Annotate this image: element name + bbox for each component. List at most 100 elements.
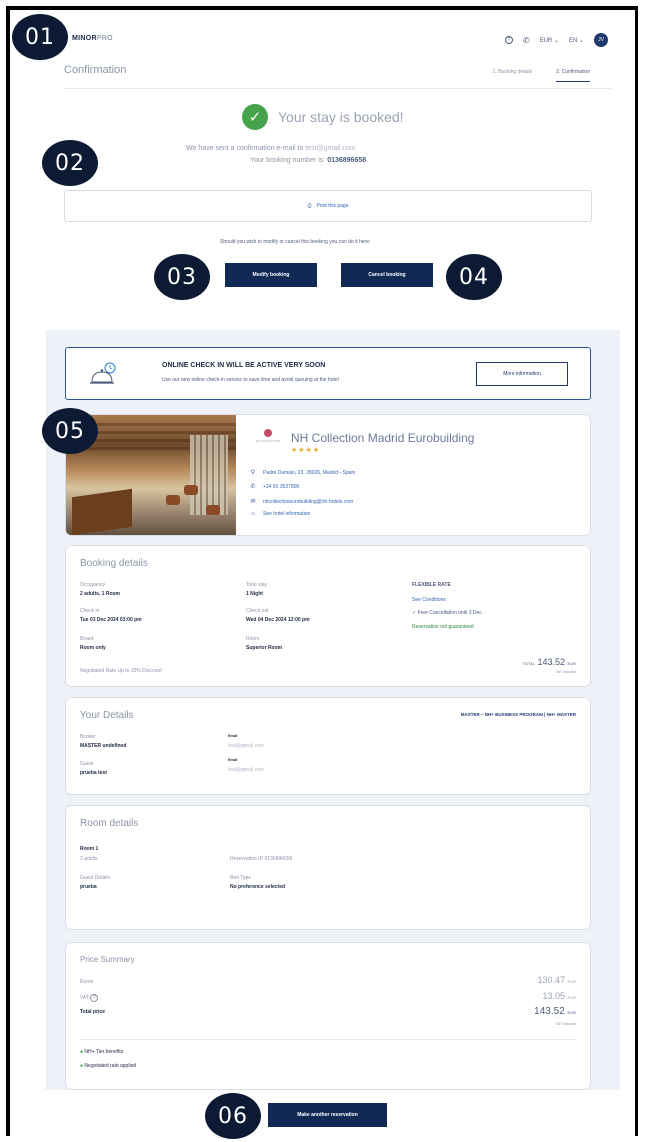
occupancy-value: 2 adults, 1 Room: [80, 591, 121, 597]
rate-type: FLEXIBLE RATE: [412, 582, 451, 588]
vat-label-text: VAT: [80, 995, 89, 1001]
help-icon[interactable]: ?: [504, 36, 513, 44]
checkout-label: Check out: [246, 608, 269, 614]
booking-total: TOTAL 143.52 EUR: [522, 657, 576, 667]
info-icon[interactable]: ?: [90, 994, 99, 1002]
email-sent-text: We have sent a confirmation e-mail to te…: [186, 145, 356, 152]
checkin-label: Check in: [80, 608, 100, 614]
vat-price: 13.05 EUR: [543, 991, 577, 1001]
board-label: Board: [80, 636, 94, 642]
header-divider: [64, 88, 612, 89]
booking-number-label: Your booking number is:: [250, 157, 326, 164]
bed-type-value: No preference selected: [230, 884, 286, 890]
avatar[interactable]: JV: [594, 33, 608, 47]
step-confirmation: 2. Confirmation: [556, 69, 590, 82]
brand-logo[interactable]: MINORPRO: [72, 35, 113, 42]
benefit-negotiated: ● Negotiated rate applied: [80, 1063, 136, 1069]
hotel-email: nhcollectioneurobuilding@nh-hotels.com: [263, 498, 354, 505]
chevron-down-icon: ⌄: [552, 37, 559, 44]
booking-number: 0136896658: [327, 157, 367, 164]
checkout-value: Wed 04 Dec 2024 12:00 pm: [246, 617, 310, 623]
room-price-label: Room: [80, 979, 94, 985]
booking-details-title: Booking details: [80, 558, 148, 569]
step-marker-4: 04: [446, 254, 502, 300]
room-label: Room: [246, 636, 260, 642]
total-price-currency: EUR: [567, 1010, 576, 1015]
modify-booking-button[interactable]: Modify booking: [225, 263, 317, 287]
hotel-info-link[interactable]: ⌂ See hotel information: [250, 511, 310, 517]
hotel-address: Padre Damián, 23, 28036, Madrid - Spain: [263, 469, 356, 476]
hotel-phone-link[interactable]: ✆ +34 91 3537800: [250, 483, 300, 491]
guest-email-label: Email: [228, 758, 238, 762]
hotel-icon: ⌂: [251, 511, 255, 517]
booking-total-amount: 143.52: [537, 657, 566, 667]
occupancy-label: Occupancy: [80, 582, 106, 588]
loyalty-program: MASTER – NH+ BUSINESS PROGRAM | NH+ MAST…: [460, 712, 576, 717]
phone-icon[interactable]: ✆: [523, 36, 530, 45]
price-summary-card: Price Summary Room 130.47 EUR VAT ? 13.0…: [65, 942, 591, 1090]
phone-icon: ✆: [250, 484, 256, 490]
chevron-down-icon: ⌄: [577, 37, 584, 44]
room-price-amount: 130.47: [537, 975, 566, 985]
booking-vat-note: VAT included: [555, 670, 576, 674]
booking-total-currency: EUR: [567, 661, 576, 666]
booker-email-label: Email: [228, 734, 238, 738]
location-pin-icon: ⚲: [250, 470, 256, 476]
guest-value: prueba test: [80, 770, 107, 776]
see-conditions-link[interactable]: See Conditions: [412, 597, 446, 603]
total-stay-label: Total stay: [246, 582, 268, 588]
price-vat-note: VAT included: [555, 1022, 576, 1026]
total-price-label: Total price: [80, 1009, 105, 1015]
booking-details-card: Booking details Occupancy 2 adults, 1 Ro…: [65, 545, 591, 687]
room-adults: 2 adults: [80, 856, 98, 862]
board-value: Room only: [80, 645, 106, 651]
print-page-button[interactable]: ⎙ Print this page: [64, 190, 592, 222]
booker-label: Booker: [80, 734, 96, 740]
success-headline: Your stay is booked!: [278, 109, 404, 125]
not-guaranteed-note: Reservation not guaranteed: [412, 624, 474, 630]
negotiated-rate-note: Negotiated Rate Up to 33% Discount: [80, 668, 162, 674]
brand-name: MINOR: [72, 35, 97, 42]
room-details-card: Room details Room 1 2 adults Reservation…: [65, 805, 591, 930]
confirmation-email: test@gmail.com: [305, 145, 356, 152]
hotel-info-label: See hotel information: [263, 511, 311, 517]
hotel-email-link[interactable]: ✉ nhcollectioneurobuilding@nh-hotels.com: [250, 498, 354, 506]
online-checkin-card: ONLINE CHECK IN WILL BE ACTIVE VERY SOON…: [65, 347, 591, 400]
hotel-brand-text: NH COLLECTION: [255, 439, 281, 443]
currency-label: EUR: [539, 37, 553, 44]
step-marker-2: 02: [42, 140, 98, 186]
booking-total-label: TOTAL: [522, 661, 535, 666]
cancel-booking-button[interactable]: Cancel booking: [341, 263, 433, 287]
hotel-stars: ★★★★: [291, 447, 321, 454]
currency-selector[interactable]: EUR ⌄: [540, 37, 559, 44]
room-details-title: Room details: [80, 818, 139, 829]
hotel-name: NH Collection Madrid Eurobuilding: [291, 431, 475, 445]
price-divider: [80, 1039, 576, 1040]
checkin-value: Tue 03 Dec 2024 03:00 pm: [80, 617, 142, 623]
language-selector[interactable]: EN ⌄: [569, 37, 584, 44]
reception-bell-icon: [90, 362, 116, 384]
step-marker-6: 06: [205, 1093, 261, 1139]
booking-number-text: Your booking number is: 0136896658: [250, 157, 366, 164]
guest-label: Guest: [80, 761, 94, 767]
price-summary-title: Price Summary: [80, 955, 135, 964]
guest-email: test@gmail.com: [228, 767, 264, 773]
more-information-button[interactable]: More information: [476, 362, 568, 386]
benefit-negotiated-label: Negotiated rate applied: [84, 1063, 137, 1069]
check-badge-icon: ●: [80, 1063, 84, 1069]
make-another-reservation-button[interactable]: Make another reservation: [268, 1103, 387, 1127]
benefit-tier-label: NH+ Tier benefits: [84, 1049, 124, 1055]
free-cancellation-note: ✓ Free Cancellation until 3 Dec: [412, 610, 482, 616]
hotel-phone: +34 91 3537800: [263, 483, 300, 490]
total-stay-value: 1 Night: [246, 591, 263, 597]
top-nav: ? ✆ EUR ⌄ EN ⌄ JV: [504, 33, 608, 47]
total-price: 143.52 EUR: [534, 1006, 576, 1017]
bed-type-label: Bed Type: [230, 875, 252, 881]
hotel-address-link[interactable]: ⚲ Padre Damián, 23, 28036, Madrid - Spain: [250, 469, 356, 477]
brand-suffix: PRO: [96, 35, 113, 42]
checkin-title: ONLINE CHECK IN WILL BE ACTIVE VERY SOON: [162, 362, 326, 369]
your-details-title: Your Details: [80, 710, 134, 721]
total-price-amount: 143.52: [534, 1006, 565, 1017]
step-marker-5: 05: [42, 408, 98, 454]
room-price: 130.47 EUR: [538, 975, 577, 985]
